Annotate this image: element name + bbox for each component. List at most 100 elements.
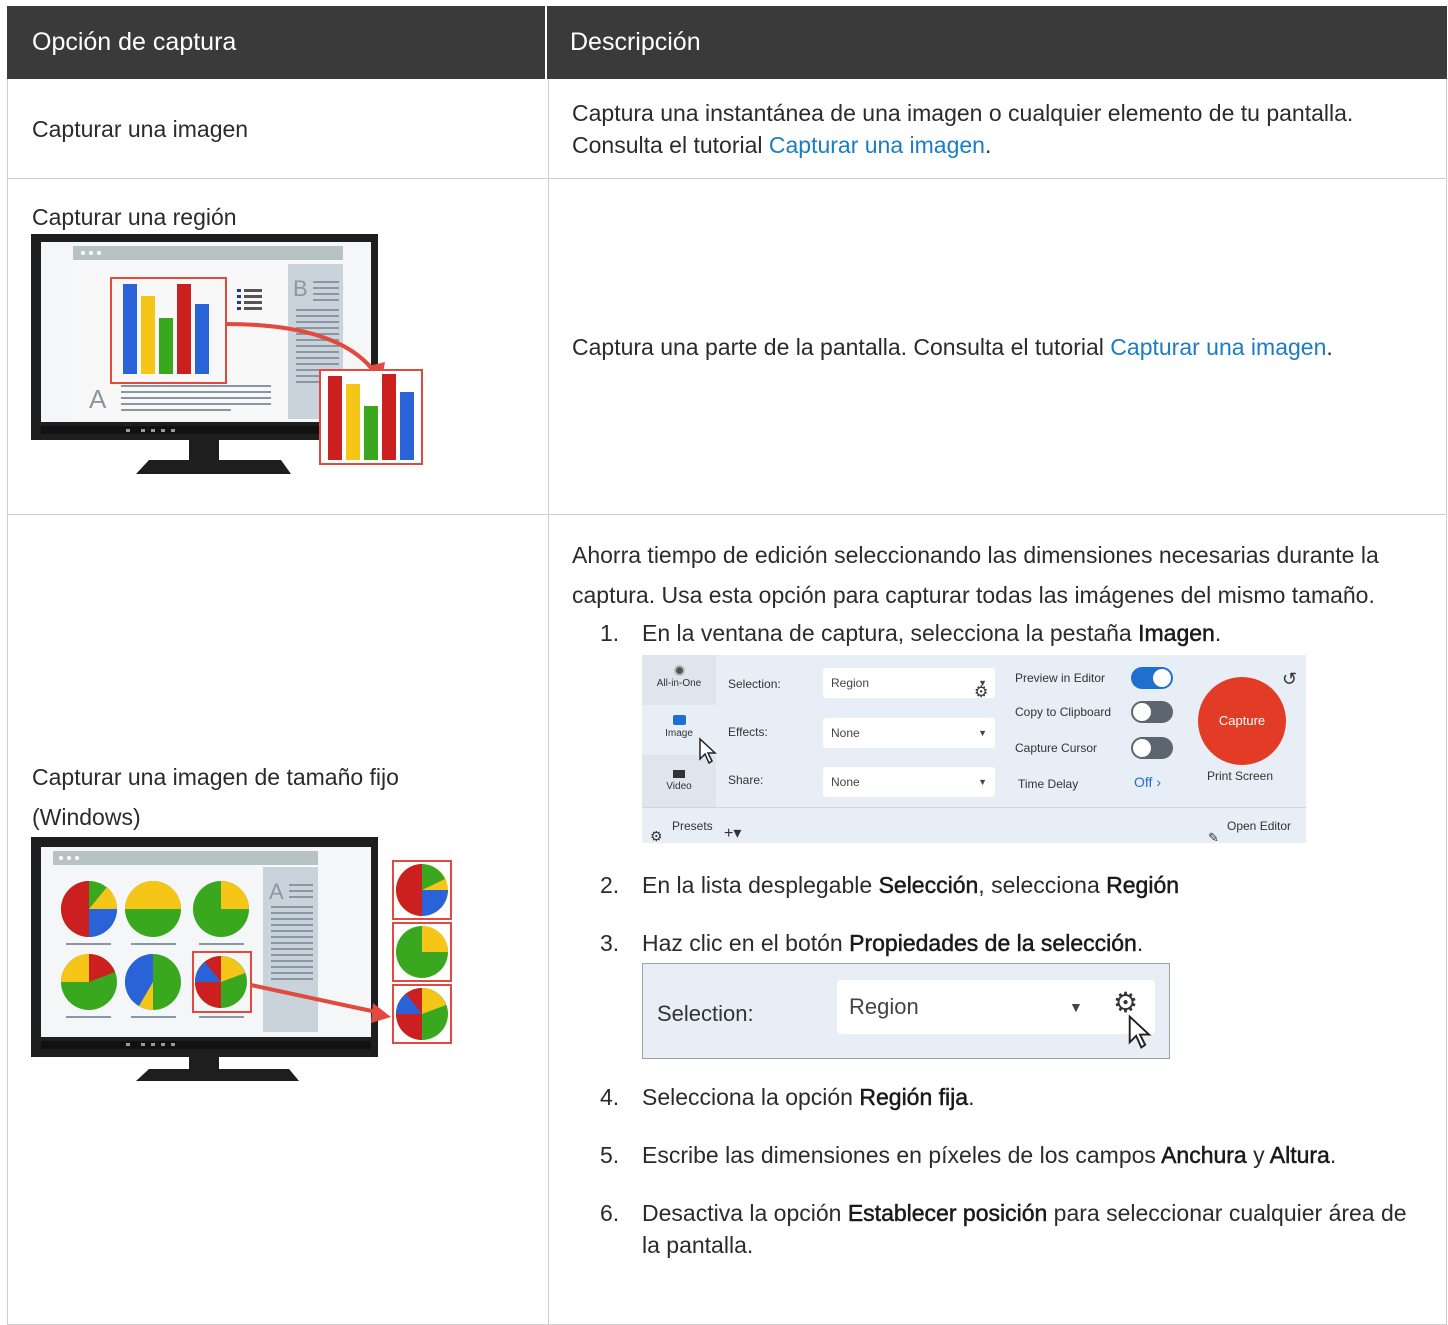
option-label: Capturar una imagen xyxy=(32,115,249,142)
step-emphasis: Establecer posición xyxy=(847,1200,1048,1227)
share-dropdown[interactable]: None ▼ xyxy=(823,767,995,797)
description-intro: Ahorra tiempo de edición seleccionando l… xyxy=(572,542,1379,608)
clipboard-toggle[interactable] xyxy=(1131,701,1173,723)
selection-label: Selection: xyxy=(657,1001,754,1026)
time-delay-label: Time Delay xyxy=(1018,777,1079,791)
tab-all-in-one[interactable]: All-in-One xyxy=(642,655,716,705)
option-cell: Capturar una región B A xyxy=(8,179,549,514)
hotkey-label: Print Screen xyxy=(1207,769,1274,783)
mouse-cursor-icon xyxy=(1128,1014,1152,1049)
step-number: 5. xyxy=(600,1142,620,1168)
step-emphasis: Anchura xyxy=(1161,1142,1247,1169)
capture-tabs: All-in-One Image Video xyxy=(642,655,716,807)
region-capture-illustration: B A xyxy=(31,234,423,474)
description-text-part: . xyxy=(984,131,992,158)
step-emphasis: Selección xyxy=(878,872,979,899)
cursor-toggle[interactable] xyxy=(1131,737,1173,759)
gear-icon[interactable]: ⚙ xyxy=(974,673,988,713)
preview-toggle[interactable] xyxy=(1131,667,1173,689)
step-text: . xyxy=(968,1084,975,1110)
step-text: Escribe las dimensiones en píxeles de lo… xyxy=(642,1142,1162,1168)
selection-dropdown[interactable]: Region ▼ xyxy=(837,980,1155,1034)
step-emphasis: Región fija xyxy=(859,1084,969,1111)
share-value: None xyxy=(831,775,860,789)
description-text-part: Captura una parte de la pantalla. Consul… xyxy=(572,333,1111,360)
time-delay-value[interactable]: Off › xyxy=(1134,775,1161,789)
selection-properties-zoom: Selection: Region ▼ ⚙ xyxy=(642,963,1170,1059)
time-delay-text: Off xyxy=(1134,774,1153,790)
step-1: 1. En la ventana de captura, selecciona l… xyxy=(572,617,1426,649)
step-text: Haz clic en el botón xyxy=(642,930,850,956)
description-text-part: . xyxy=(1326,333,1333,360)
caret-down-icon: ▼ xyxy=(978,777,987,787)
table-row: Capturar una imagen Captura una instantá… xyxy=(7,79,1447,179)
step-number: 4. xyxy=(600,1084,620,1110)
selection-dropdown[interactable]: Region ▼ xyxy=(823,668,995,698)
mouse-cursor-icon xyxy=(699,737,717,765)
description-text: Captura una instantánea de una imagen o … xyxy=(572,97,1426,161)
step-text: . xyxy=(1214,620,1222,646)
step-emphasis: Región xyxy=(1106,872,1180,899)
clipboard-label: Copy to Clipboard xyxy=(1015,705,1112,719)
header-description: Descripción xyxy=(570,28,701,56)
step-emphasis: Propiedades de la selección xyxy=(849,930,1137,957)
caret-down-icon: ▼ xyxy=(978,728,987,738)
step-emphasis: Imagen xyxy=(1138,620,1215,647)
tutorial-link[interactable]: Capturar una imagen xyxy=(769,132,985,158)
step-number: 6. xyxy=(600,1200,620,1226)
header-option: Opción de captura xyxy=(7,6,547,79)
tutorial-link[interactable]: Capturar una imagen xyxy=(1110,334,1326,360)
step-2: 2. En la lista desplegable Selección, sel… xyxy=(572,869,1426,901)
step-text: . xyxy=(1329,1142,1337,1168)
selection-value: Region xyxy=(849,994,919,1019)
chevron-right-icon: › xyxy=(1156,774,1161,790)
description-cell: Captura una instantánea de una imagen o … xyxy=(549,79,1446,178)
step-text: Selecciona la opción xyxy=(642,1084,860,1110)
step-4: 4. Selecciona la opción Región fija. xyxy=(572,1081,1426,1113)
tab-label: Image xyxy=(665,728,693,739)
step-number: 3. xyxy=(600,930,620,956)
svg-text:A: A xyxy=(89,384,107,414)
selection-value: Region xyxy=(831,676,870,690)
all-in-one-icon xyxy=(673,665,685,676)
cursor-label: Capture Cursor xyxy=(1015,741,1098,755)
tab-label: Video xyxy=(666,781,692,792)
step-text: En la ventana de captura, selecciona la … xyxy=(642,620,1139,646)
step-5: 5. Escribe las dimensiones en píxeles de … xyxy=(572,1139,1426,1171)
step-3: 3. Haz clic en el botón Propiedades de la… xyxy=(572,927,1426,959)
caret-down-icon: ▼ xyxy=(1069,999,1083,1015)
capture-window-footer: ⚙ Presets +▾ ✎ Open Editor xyxy=(642,807,1306,845)
add-preset-icon[interactable]: +▾ xyxy=(724,814,741,854)
tab-label: All-in-One xyxy=(656,678,702,689)
option-label: Capturar una imagen de tamaño fijo (Wind… xyxy=(32,764,399,830)
steps-list: 1. En la ventana de captura, selecciona l… xyxy=(572,617,1426,649)
fixed-size-capture-illustration: A xyxy=(31,837,452,1081)
open-editor-button[interactable]: Open Editor xyxy=(1227,819,1291,833)
share-label: Share: xyxy=(728,773,764,787)
step-number: 2. xyxy=(600,872,620,898)
table-row: Capturar una región B A Captura una part… xyxy=(7,179,1447,515)
effects-label: Effects: xyxy=(728,725,768,739)
capture-button[interactable]: Capture xyxy=(1198,677,1286,765)
effects-dropdown[interactable]: None ▼ xyxy=(823,718,995,748)
selection-label: Selection: xyxy=(728,677,781,691)
video-camera-icon xyxy=(673,770,685,778)
effects-value: None xyxy=(831,726,860,740)
option-cell: Capturar una imagen de tamaño fijo (Wind… xyxy=(8,515,549,1324)
option-cell: Capturar una imagen xyxy=(8,79,549,178)
reset-icon[interactable]: ↺ xyxy=(1282,659,1297,699)
step-text: Desactiva la opción xyxy=(642,1200,848,1226)
option-label: Capturar una región xyxy=(32,204,237,230)
table-row: Capturar una imagen de tamaño fijo (Wind… xyxy=(7,515,1447,1325)
steps-list: 2. En la lista desplegable Selección, sel… xyxy=(572,869,1426,959)
step-text: y xyxy=(1246,1142,1270,1168)
preview-label: Preview in Editor xyxy=(1015,671,1106,685)
steps-list: 4. Selecciona la opción Región fija. 5. Es… xyxy=(572,1081,1426,1261)
edit-icon: ✎ xyxy=(1208,830,1219,845)
description-cell: Captura una parte de la pantalla. Consul… xyxy=(549,179,1446,514)
presets-button[interactable]: Presets xyxy=(672,819,713,833)
description-cell: Ahorra tiempo de edición seleccionando l… xyxy=(549,515,1446,1324)
step-6: 6. Desactiva la opción Establecer posició… xyxy=(572,1197,1426,1261)
camera-icon xyxy=(672,715,686,725)
svg-text:A: A xyxy=(269,879,284,904)
